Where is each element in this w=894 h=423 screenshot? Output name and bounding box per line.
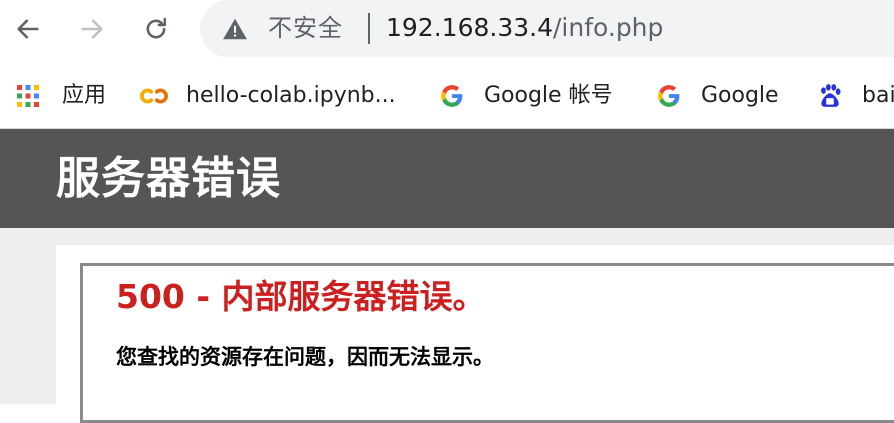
google-g-icon <box>438 82 466 110</box>
warning-triangle-icon[interactable] <box>222 16 248 42</box>
colab-icon <box>140 82 168 110</box>
apps-grid-icon <box>14 82 42 110</box>
security-status-label[interactable]: 不安全 <box>268 12 343 44</box>
url-host: 192.168.33.4 <box>386 13 553 42</box>
address-bar[interactable]: 不安全 192.168.33.4/info.php <box>200 0 894 57</box>
url-text[interactable]: 192.168.33.4/info.php <box>386 12 663 44</box>
content-panel: 500 - 内部服务器错误。 您查找的资源存在问题，因而无法显示。 <box>56 245 894 423</box>
page-header: 服务器错误 <box>0 129 894 228</box>
reload-icon <box>146 17 167 39</box>
bookmark-label: 应用 <box>62 83 107 108</box>
error-heading: 500 - 内部服务器错误。 <box>116 277 486 316</box>
forward-button[interactable] <box>72 9 112 49</box>
back-arrow-icon <box>17 19 39 39</box>
bookmark-apps[interactable]: 应用 <box>14 80 106 112</box>
reload-button[interactable] <box>136 9 176 49</box>
baidu-paw-icon <box>816 82 844 110</box>
back-button[interactable] <box>8 9 48 49</box>
error-fieldset: 500 - 内部服务器错误。 您查找的资源存在问题，因而无法显示。 <box>80 263 894 423</box>
bookmark-label: bai <box>862 83 894 108</box>
bookmark-label: Google <box>701 83 779 108</box>
bookmark-label: hello-colab.ipynb... <box>186 83 396 108</box>
omnibox-divider <box>368 13 370 44</box>
error-description: 您查找的资源存在问题，因而无法显示。 <box>116 345 494 369</box>
page-title: 服务器错误 <box>56 153 281 204</box>
bookmarks-bar: 应用 hello-colab.ipynb... Google 帐号 Google… <box>0 66 894 126</box>
bookmark-google[interactable]: Google <box>655 80 779 112</box>
bookmark-google-account[interactable]: Google 帐号 <box>438 80 613 112</box>
browser-toolbar: 不安全 192.168.33.4/info.php <box>0 0 894 58</box>
google-g-icon <box>655 82 683 110</box>
bookmark-baidu[interactable]: bai <box>816 80 894 112</box>
bookmark-colab[interactable]: hello-colab.ipynb... <box>140 80 396 112</box>
url-path: /info.php <box>553 13 664 42</box>
forward-arrow-icon <box>81 19 103 39</box>
bookmark-label: Google 帐号 <box>484 83 613 108</box>
